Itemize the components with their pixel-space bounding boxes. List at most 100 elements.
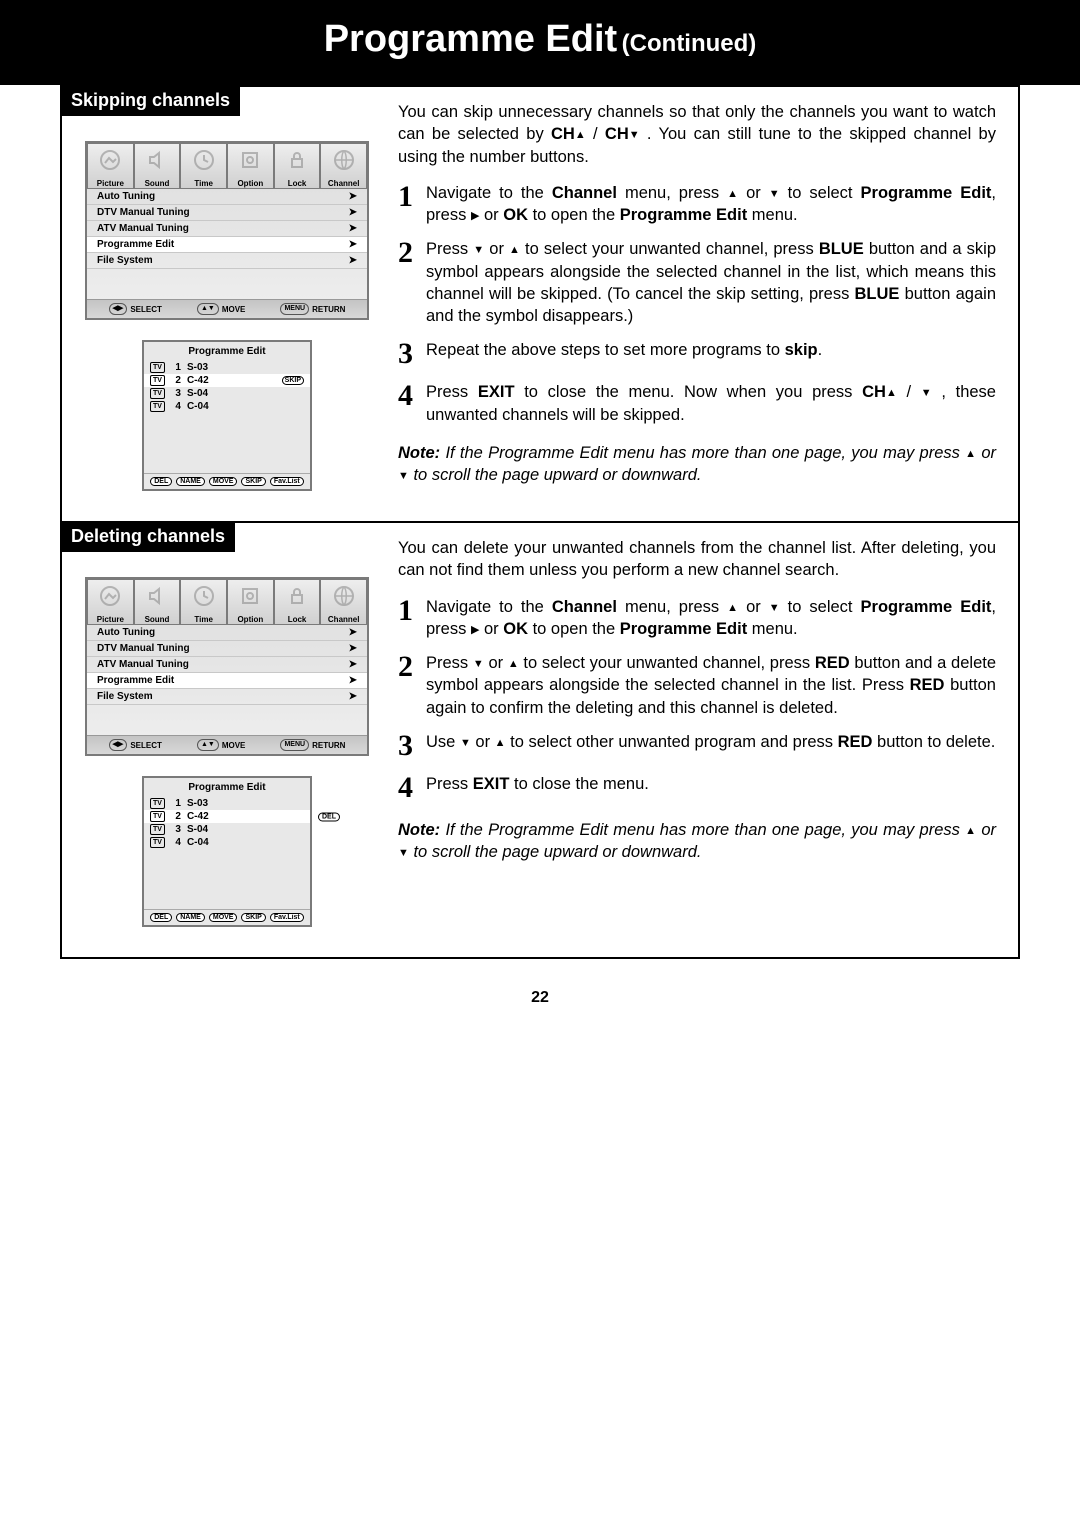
right-col-skipping: You can skip unnecessary channels so tha… bbox=[392, 87, 1018, 521]
triangle-up-icon: ▲ bbox=[965, 824, 976, 839]
step-4: 4 Press EXIT to close the menu. bbox=[398, 773, 996, 803]
chlist-row: TV4C-04 bbox=[144, 400, 310, 413]
picture-icon bbox=[98, 148, 122, 172]
page-header: Programme Edit (Continued) bbox=[0, 0, 1080, 85]
chlist-btn-move: MOVE bbox=[209, 477, 238, 486]
intro-text: You can delete your unwanted channels fr… bbox=[398, 537, 996, 582]
chlist-btn-fav: Fav.List bbox=[270, 477, 304, 486]
chlist-row: TV1S-03 bbox=[144, 797, 310, 810]
triangle-down-icon: ▼ bbox=[769, 601, 780, 616]
sound-icon bbox=[145, 584, 169, 608]
osd-tab-sound: Sound bbox=[134, 143, 181, 189]
note-text: Note: If the Programme Edit menu has mor… bbox=[398, 442, 996, 487]
channel-icon bbox=[332, 148, 356, 172]
chlist-row: TV1S-03 bbox=[144, 361, 310, 374]
step-1: 1 Navigate to the Channel menu, press ▲ … bbox=[398, 596, 996, 641]
chlist-btn-name: NAME bbox=[176, 913, 205, 922]
osd-tab-option: Option bbox=[227, 579, 274, 625]
chlist-row: TV3S-04 bbox=[144, 823, 310, 836]
section-label-skipping: Skipping channels bbox=[61, 86, 240, 116]
chlist-btn-del: DEL bbox=[150, 913, 172, 922]
chlist-btn-name: NAME bbox=[176, 477, 205, 486]
channel-icon bbox=[332, 584, 356, 608]
step-4: 4 Press EXIT to close the menu. Now when… bbox=[398, 381, 996, 426]
osd-item: File System➤ bbox=[87, 253, 367, 269]
chlist-row-selected: TV2C-42SKIP bbox=[144, 374, 310, 387]
triangle-up-icon: ▲ bbox=[495, 736, 506, 751]
chevron-right-icon: ➤ bbox=[349, 659, 357, 670]
chlist-title: Programme Edit bbox=[144, 342, 310, 361]
lock-icon bbox=[285, 584, 309, 608]
lock-icon bbox=[285, 148, 309, 172]
time-icon bbox=[192, 148, 216, 172]
step-2: 2 Press ▼ or ▲ to select your unwanted c… bbox=[398, 238, 996, 327]
chlist-row: TV4C-04 bbox=[144, 836, 310, 849]
chlist-btn-skip: SKIP bbox=[241, 913, 265, 922]
chlist-btn-move: MOVE bbox=[209, 913, 238, 922]
page-body: Skipping channels Picture Sound Time Opt… bbox=[60, 85, 1020, 959]
osd-menu: Picture Sound Time Option Lock Channel A… bbox=[85, 577, 369, 756]
triangle-up-icon: ▲ bbox=[727, 601, 738, 616]
triangle-up-icon: ▲ bbox=[727, 187, 738, 202]
option-icon bbox=[238, 584, 262, 608]
osd-tab-sound: Sound bbox=[134, 579, 181, 625]
osd-hint-select: ◀▶SELECT bbox=[109, 303, 162, 315]
triangle-down-icon: ▼ bbox=[473, 243, 484, 258]
triangle-down-icon: ▼ bbox=[769, 187, 780, 202]
del-badge: DEL bbox=[318, 812, 340, 821]
triangle-down-icon: ▼ bbox=[473, 657, 484, 672]
page-title-sub: (Continued) bbox=[622, 30, 757, 57]
osd-item: Auto Tuning➤ bbox=[87, 189, 367, 205]
osd-tab-time: Time bbox=[180, 143, 227, 189]
section-label-deleting: Deleting channels bbox=[61, 522, 235, 552]
osd-item: ATV Manual Tuning➤ bbox=[87, 657, 367, 673]
chevron-right-icon: ➤ bbox=[349, 643, 357, 654]
triangle-down-icon: ▼ bbox=[629, 128, 640, 143]
osd-tab-picture: Picture bbox=[87, 143, 134, 189]
osd-item-selected: Programme Edit➤ bbox=[87, 673, 367, 689]
osd-tab-lock: Lock bbox=[274, 143, 321, 189]
page-number: 22 bbox=[0, 989, 1080, 1007]
osd-tab-picture: Picture bbox=[87, 579, 134, 625]
triangle-up-icon: ▲ bbox=[965, 447, 976, 462]
picture-icon bbox=[98, 584, 122, 608]
right-col-deleting: You can delete your unwanted channels fr… bbox=[392, 523, 1018, 957]
osd-tab-option: Option bbox=[227, 143, 274, 189]
triangle-up-icon: ▲ bbox=[886, 386, 897, 401]
left-col-deleting: Picture Sound Time Option Lock Channel A… bbox=[62, 523, 392, 957]
osd-item: DTV Manual Tuning➤ bbox=[87, 641, 367, 657]
channel-list-del: Programme Edit TV1S-03 TV2C-42 DEL TV3S-… bbox=[142, 776, 312, 927]
step-3: 3 Repeat the above steps to set more pro… bbox=[398, 339, 996, 369]
option-icon bbox=[238, 148, 262, 172]
osd-hint-move: ▲▼MOVE bbox=[197, 303, 245, 315]
chevron-right-icon: ➤ bbox=[349, 239, 357, 250]
osd-tab-channel: Channel bbox=[320, 579, 367, 625]
osd-tab-channel: Channel bbox=[320, 143, 367, 189]
chlist-btn-del: DEL bbox=[150, 477, 172, 486]
chlist-btn-fav: Fav.List bbox=[270, 913, 304, 922]
intro-text: You can skip unnecessary channels so tha… bbox=[398, 101, 996, 168]
chevron-right-icon: ➤ bbox=[349, 191, 357, 202]
triangle-down-icon: ▼ bbox=[398, 469, 409, 484]
triangle-down-icon: ▼ bbox=[460, 736, 471, 751]
section-deleting: Deleting channels Picture Sound Time Opt… bbox=[62, 523, 1018, 957]
note-text: Note: If the Programme Edit menu has mor… bbox=[398, 819, 996, 864]
left-col-skipping: Picture Sound Time Option Lock Channel A… bbox=[62, 87, 392, 521]
triangle-up-icon: ▲ bbox=[509, 243, 520, 258]
osd-item: DTV Manual Tuning➤ bbox=[87, 205, 367, 221]
osd-item-selected: Programme Edit➤ bbox=[87, 237, 367, 253]
osd-tab-lock: Lock bbox=[274, 579, 321, 625]
triangle-down-icon: ▼ bbox=[921, 386, 932, 401]
step-3: 3 Use ▼ or ▲ to select other unwanted pr… bbox=[398, 731, 996, 761]
chlist-row: TV3S-04 bbox=[144, 387, 310, 400]
step-1: 1 Navigate to the Channel menu, press ▲ … bbox=[398, 182, 996, 227]
skip-badge: SKIP bbox=[282, 376, 304, 385]
triangle-up-icon: ▲ bbox=[575, 128, 586, 143]
page-title-main: Programme Edit bbox=[324, 18, 618, 60]
osd-item: File System➤ bbox=[87, 689, 367, 705]
osd-menu: Picture Sound Time Option Lock Channel A… bbox=[85, 141, 369, 320]
chevron-right-icon: ➤ bbox=[349, 691, 357, 702]
osd-hint-move: ▲▼MOVE bbox=[197, 739, 245, 751]
osd-item: ATV Manual Tuning➤ bbox=[87, 221, 367, 237]
triangle-down-icon: ▼ bbox=[398, 846, 409, 861]
